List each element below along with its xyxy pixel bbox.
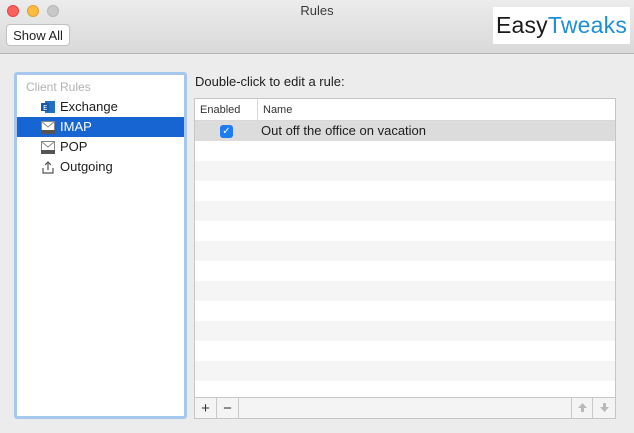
empty-row [195, 341, 615, 361]
empty-row [195, 161, 615, 181]
plus-icon: + [201, 399, 210, 417]
empty-row [195, 181, 615, 201]
empty-row [195, 261, 615, 281]
rules-table: Enabled Name ✓ Out off the office on vac… [194, 98, 616, 419]
show-all-button[interactable]: Show All [6, 24, 70, 46]
sidebar-item-exchange[interactable]: E Exchange [17, 97, 184, 117]
sidebar-item-outgoing[interactable]: Outgoing [17, 157, 184, 177]
minus-icon: − [223, 399, 232, 417]
easytweaks-logo: Easy Tweaks [493, 7, 630, 44]
add-rule-button[interactable]: + [195, 398, 217, 418]
sidebar-item-pop[interactable]: POP [17, 137, 184, 157]
empty-row [195, 281, 615, 301]
empty-row [195, 301, 615, 321]
rules-instruction: Double-click to edit a rule: [195, 74, 345, 89]
sidebar-item-label: Outgoing [60, 159, 113, 174]
empty-row [195, 361, 615, 381]
arrow-down-icon [599, 400, 610, 417]
move-rule-down-button[interactable] [593, 398, 615, 418]
sidebar-item-label: Exchange [60, 99, 118, 114]
empty-row [195, 221, 615, 241]
rule-name: Out off the office on vacation [261, 123, 427, 138]
sidebar-item-imap[interactable]: IMAP [17, 117, 184, 137]
column-header-enabled[interactable]: Enabled [195, 99, 258, 121]
empty-row [195, 201, 615, 221]
logo-text-easy: Easy [495, 12, 548, 38]
arrow-up-icon [577, 400, 588, 417]
outgoing-icon [41, 160, 55, 174]
empty-row [195, 241, 615, 261]
remove-rule-button[interactable]: − [217, 398, 239, 418]
move-rule-up-button[interactable] [571, 398, 593, 418]
rules-table-toolbar: + − [195, 397, 615, 418]
exchange-icon: E [41, 100, 55, 114]
logo-text-tweaks: Tweaks [547, 12, 628, 38]
sidebar-item-label: POP [60, 139, 88, 154]
client-rules-sidebar: Client Rules E Exchange IMAP POP Outgoin… [14, 72, 187, 419]
empty-row [195, 321, 615, 341]
empty-row [195, 381, 615, 397]
window-titlebar: Rules Show All Easy Tweaks [0, 0, 634, 54]
rules-list: ✓ Out off the office on vacation [195, 121, 615, 397]
sidebar-item-label: IMAP [60, 119, 92, 134]
table-row[interactable]: ✓ Out off the office on vacation [195, 121, 615, 141]
sidebar-header: Client Rules [26, 80, 91, 94]
imap-icon [41, 120, 55, 134]
svg-text:E: E [43, 104, 47, 112]
rule-enabled-checkbox[interactable]: ✓ [220, 125, 233, 138]
empty-row [195, 141, 615, 161]
pop-icon [41, 140, 55, 154]
column-header-name[interactable]: Name [258, 99, 615, 121]
